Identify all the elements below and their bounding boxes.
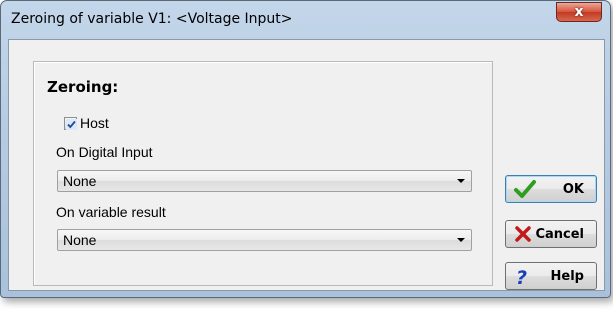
zeroing-groupbox: Zeroing: Host On Digital Input None On v…	[33, 61, 493, 286]
ok-label: OK	[562, 182, 584, 197]
host-checkbox-row[interactable]: Host	[64, 115, 109, 131]
digital-input-label: On Digital Input	[56, 144, 153, 160]
checkmark-icon	[514, 180, 536, 198]
question-icon: ?	[516, 267, 527, 287]
variable-result-select[interactable]: None	[57, 229, 472, 251]
variable-result-value: None	[63, 232, 97, 248]
help-label: Help	[550, 269, 584, 284]
title-bar[interactable]: Zeroing of variable V1: <Voltage Input> …	[1, 1, 610, 31]
host-label: Host	[80, 115, 109, 131]
group-title: Zeroing:	[47, 78, 119, 96]
chevron-down-icon	[457, 238, 465, 242]
dialog-window: Zeroing of variable V1: <Voltage Input> …	[0, 0, 611, 298]
x-icon	[515, 226, 531, 242]
close-icon: x	[574, 4, 584, 20]
dialog-body: Zeroing: Host On Digital Input None On v…	[8, 39, 605, 291]
window-title: Zeroing of variable V1: <Voltage Input>	[11, 11, 293, 27]
cancel-button[interactable]: Cancel	[505, 220, 597, 248]
variable-result-label: On variable result	[56, 204, 166, 220]
host-checkbox[interactable]	[64, 116, 77, 130]
help-button[interactable]: ? Help	[505, 262, 597, 290]
close-button[interactable]: x	[556, 2, 602, 22]
digital-input-value: None	[63, 173, 97, 189]
cancel-label: Cancel	[535, 227, 584, 242]
ok-button[interactable]: OK	[505, 175, 597, 203]
digital-input-select[interactable]: None	[57, 170, 472, 192]
svg-text:?: ?	[516, 267, 527, 287]
check-icon	[66, 118, 77, 130]
chevron-down-icon	[457, 179, 465, 183]
